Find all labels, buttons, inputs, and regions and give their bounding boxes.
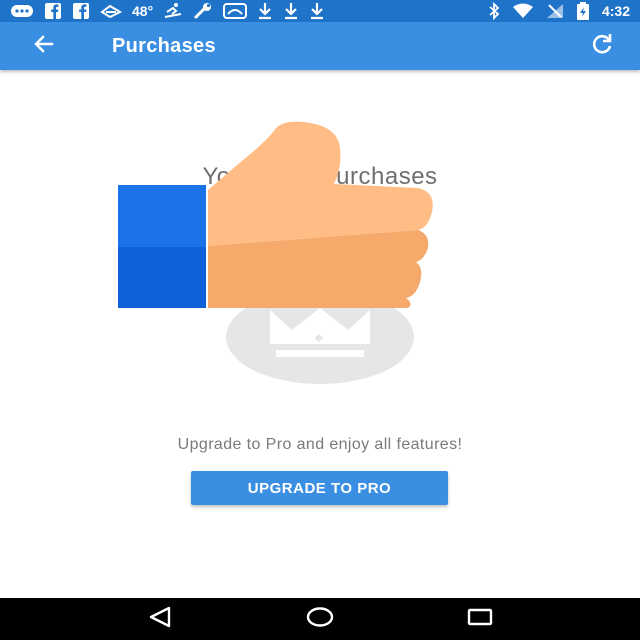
- back-button[interactable]: [20, 22, 68, 70]
- upgrade-to-pro-button[interactable]: UPGRADE TO PRO: [191, 471, 448, 505]
- status-left-icons: 48°: [10, 2, 325, 20]
- thumbs-up-icon: [118, 121, 433, 308]
- arrow-left-icon: [32, 32, 56, 61]
- status-bar: 48° 4:32: [0, 0, 640, 22]
- nav-back-button[interactable]: [130, 598, 190, 640]
- bluetooth-icon: [488, 2, 500, 20]
- refresh-button[interactable]: [578, 22, 626, 70]
- download-icon: [309, 2, 325, 20]
- weather-icon: [100, 2, 122, 20]
- wrench-icon: [193, 2, 213, 20]
- system-nav-bar: [0, 598, 640, 640]
- app-bar: Purchases: [0, 22, 640, 70]
- download-icon: [283, 2, 299, 20]
- app-icon: [223, 2, 248, 20]
- recents-square-icon: [466, 607, 494, 632]
- status-right-icons: 4:32: [488, 2, 630, 20]
- nav-home-button[interactable]: [290, 598, 350, 640]
- home-circle-icon: [305, 606, 335, 633]
- skier-icon: [163, 2, 183, 20]
- refresh-icon: [589, 31, 615, 62]
- upgrade-prompt-text: Upgrade to Pro and enjoy all features!: [177, 436, 463, 453]
- signal-icon: [546, 2, 564, 20]
- download-icon: [257, 2, 273, 20]
- facebook-icon: [44, 2, 62, 20]
- back-triangle-icon: [147, 606, 173, 633]
- thumbs-up-illustration: [118, 120, 438, 315]
- battery-icon: [576, 2, 590, 20]
- message-icon: [10, 2, 34, 20]
- nav-recents-button[interactable]: [450, 598, 510, 640]
- clock-text: 4:32: [601, 3, 630, 19]
- facebook-icon: [72, 2, 90, 20]
- wifi-icon: [512, 2, 534, 20]
- page-title: Purchases: [112, 34, 216, 57]
- temperature-text: 48°: [132, 3, 154, 19]
